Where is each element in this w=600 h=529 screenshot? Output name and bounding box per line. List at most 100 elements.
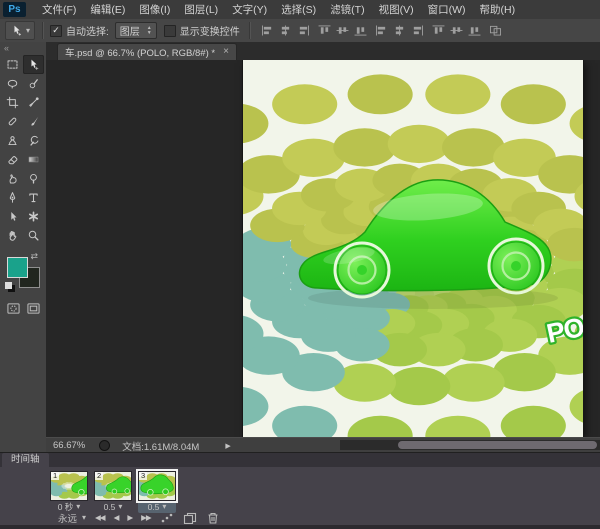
show-transform-label: 显示变换控件	[179, 27, 240, 38]
frame-2-number: 2	[95, 471, 104, 480]
ps-logo: Ps	[3, 2, 26, 17]
tool-crop[interactable]	[2, 93, 23, 112]
menu-layer[interactable]: 图层(L)	[177, 0, 225, 19]
align-left-button[interactable]	[317, 24, 332, 38]
align-top-button[interactable]	[260, 24, 275, 38]
horizontal-scrollbar[interactable]	[340, 440, 600, 450]
quick-mask-icon[interactable]	[6, 302, 21, 315]
tool-rectangular-marquee[interactable]	[2, 55, 23, 74]
tool-gradient[interactable]	[23, 150, 44, 169]
tool-preset-picker[interactable]: ▾	[5, 21, 36, 40]
tool-clone-stamp[interactable]	[2, 131, 23, 150]
menu-edit[interactable]: 编辑(E)	[83, 0, 132, 19]
tool-pen[interactable]	[2, 188, 23, 207]
auto-align-group	[488, 24, 503, 38]
menu-view[interactable]: 视图(V)	[372, 0, 421, 19]
tool-eraser[interactable]	[2, 150, 23, 169]
horizontal-scrollbar-thumb[interactable]	[398, 441, 597, 449]
tool-zoom[interactable]	[23, 226, 44, 245]
document-tab-bar: 车.psd @ 66.7% (POLO, RGB/8#) * ×	[46, 42, 600, 60]
separator	[42, 22, 44, 39]
spinner-icon: ▲ ▼	[146, 24, 152, 36]
align-vcenter-button[interactable]	[278, 24, 293, 38]
timeline-controls: 永远 ▾ ◀◀ ◀ ▶ ▶▶	[0, 510, 600, 525]
color-swatches: ⇄	[5, 251, 40, 290]
play-button[interactable]: ▶	[127, 513, 133, 522]
timeline-panel: 时间轴 1 0 秒 ▾ 2 0.5 ▾ 3 0.5 ▾ 永远 ▾ ◀◀ ◀ ▶ …	[0, 452, 600, 529]
tool-smudge[interactable]	[2, 169, 23, 188]
menu-help[interactable]: 帮助(H)	[473, 0, 523, 19]
canvas-image[interactable]: PO	[175, 60, 600, 437]
align-right-button[interactable]	[353, 24, 368, 38]
canvas-viewport: PO	[46, 60, 600, 437]
previous-frame-button[interactable]: ◀	[114, 513, 120, 522]
tool-custom-shape[interactable]	[23, 207, 44, 226]
status-bar: 66.67% 文档:1.61M/8.04M ▶	[46, 437, 600, 453]
caret-down-icon: ▾	[26, 25, 31, 35]
default-colors-icon[interactable]	[5, 282, 12, 289]
separator	[248, 22, 250, 39]
distribute-hcenter-button[interactable]	[449, 24, 464, 38]
collapse-panel-icon[interactable]: «	[0, 42, 46, 55]
tool-eyedropper[interactable]	[23, 93, 44, 112]
document-tab[interactable]: 车.psd @ 66.7% (POLO, RGB/8#) * ×	[57, 43, 237, 60]
tool-dock: « ⇄	[0, 42, 47, 452]
menu-select[interactable]: 选择(S)	[274, 0, 323, 19]
menu-filter[interactable]: 滤镜(T)	[323, 0, 371, 19]
auto-select-target-dropdown[interactable]: 图层 ▲ ▼	[114, 22, 157, 39]
align-bottom-button[interactable]	[296, 24, 311, 38]
menu-file[interactable]: 文件(F)	[35, 0, 83, 19]
tool-history-brush[interactable]	[23, 131, 44, 150]
distribute-top-button[interactable]	[374, 24, 389, 38]
menu-bar: Ps 文件(F) 编辑(E) 图像(I) 图层(L) 文字(Y) 选择(S) 滤…	[0, 0, 600, 20]
loop-count-dropdown[interactable]: 永远 ▾	[58, 511, 86, 525]
swap-colors-icon[interactable]: ⇄	[30, 251, 38, 262]
frame-2-thumbnail[interactable]: 2	[94, 471, 132, 501]
tool-path-selection[interactable]	[2, 207, 23, 226]
document-size-info: 文档:1.61M/8.04M	[122, 441, 200, 453]
frame-3-thumbnail[interactable]: 3	[136, 469, 178, 503]
menu-type[interactable]: 文字(Y)	[225, 0, 274, 19]
delete-frame-button[interactable]	[206, 512, 220, 524]
menu-image[interactable]: 图像(I)	[132, 0, 177, 19]
distribute-bottom-button[interactable]	[410, 24, 425, 38]
show-transform-checkbox[interactable]	[163, 24, 176, 37]
timeline-tab-bar: 时间轴	[0, 453, 600, 467]
frame-3-number: 3	[139, 471, 148, 480]
tool-quick-selection[interactable]	[23, 74, 44, 93]
status-dot-icon	[99, 440, 111, 451]
auto-select-checkbox[interactable]: ✓	[50, 24, 63, 37]
distribute-left-button[interactable]	[431, 24, 446, 38]
tool-dodge[interactable]	[23, 169, 44, 188]
distribute-right-button[interactable]	[467, 24, 482, 38]
move-tool-icon	[14, 25, 21, 36]
tool-lasso[interactable]	[2, 74, 23, 93]
zoom-level-field[interactable]: 66.67%	[53, 440, 85, 451]
tool-move[interactable]	[23, 55, 44, 74]
tool-brush[interactable]	[23, 112, 44, 131]
tween-button[interactable]	[160, 512, 174, 524]
frame-1-thumbnail[interactable]: 1	[50, 471, 88, 501]
close-icon[interactable]: ×	[223, 47, 229, 57]
auto-align-layers-button[interactable]	[488, 24, 503, 38]
timeline-tab[interactable]: 时间轴	[2, 453, 49, 467]
menu-window[interactable]: 窗口(W)	[421, 0, 473, 19]
first-frame-button[interactable]: ◀◀	[95, 513, 106, 522]
align-buttons-group-2	[317, 24, 368, 38]
tool-hand[interactable]	[2, 226, 23, 245]
tools-grid	[0, 55, 46, 245]
align-hcenter-button[interactable]	[335, 24, 350, 38]
align-buttons-group-1	[260, 24, 311, 38]
foreground-color-swatch[interactable]	[7, 257, 28, 278]
tool-spot-healing-brush[interactable]	[2, 112, 23, 131]
screen-mode-icon[interactable]	[26, 302, 41, 315]
distribute-vcenter-button[interactable]	[392, 24, 407, 38]
frame-1-number: 1	[51, 471, 60, 480]
status-popup-arrow-icon[interactable]: ▶	[225, 442, 230, 450]
document-tab-title: 车.psd @ 66.7% (POLO, RGB/8#) *	[65, 48, 216, 59]
duplicate-frame-button[interactable]	[183, 512, 197, 524]
auto-select-label: 自动选择:	[66, 27, 109, 38]
window-bottom-edge	[0, 525, 600, 529]
tool-type[interactable]	[23, 188, 44, 207]
next-frame-button[interactable]: ▶▶	[141, 513, 152, 522]
